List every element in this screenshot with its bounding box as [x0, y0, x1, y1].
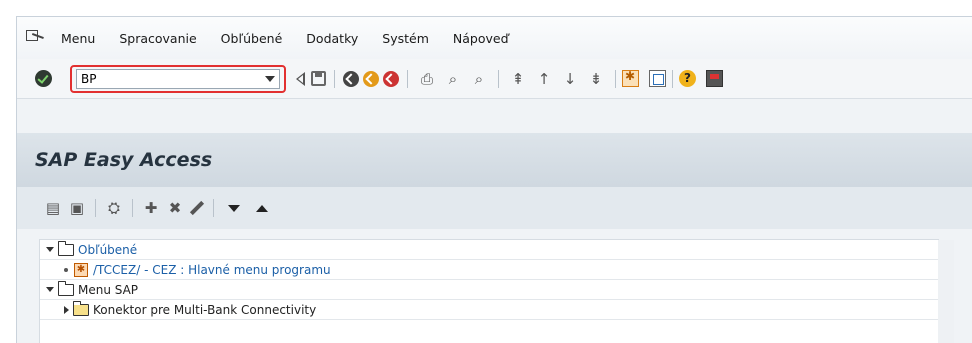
- find-next-icon[interactable]: ⌕: [469, 70, 489, 88]
- toolbar-separator: [407, 69, 408, 88]
- exit-icon[interactable]: [363, 70, 379, 87]
- collapse-caret-icon[interactable]: [64, 305, 69, 314]
- chevron-down-icon[interactable]: [265, 75, 275, 82]
- create-shortcut-icon[interactable]: [649, 70, 666, 87]
- toolbar-separator: [334, 69, 335, 88]
- toolbar-separator: [498, 69, 499, 88]
- toolbar-separator: [615, 69, 616, 88]
- layout-menu-icon[interactable]: [706, 70, 723, 87]
- toolbar-separator: [213, 199, 214, 217]
- tree-label: /TCCEZ/ - CEZ : Hlavné menu programu: [93, 262, 331, 277]
- standard-toolbar: ⎙ ⌕ ⌕ ⇞ ↑ ↓ ⇟ ?: [17, 59, 972, 99]
- folder-open-icon: [58, 240, 74, 256]
- title-band: SAP Easy Access: [17, 133, 972, 187]
- folder-open-icon: [58, 280, 74, 296]
- application-toolbar: ▤ ▣ ⛭ ✚ ✖: [17, 187, 972, 229]
- move-up-icon[interactable]: [256, 204, 268, 212]
- tree-row-transaction[interactable]: ✱ /TCCEZ/ - CEZ : Hlavné menu programu: [40, 260, 938, 280]
- menu-item-dodatky[interactable]: Dodatky: [306, 31, 358, 46]
- add-favorite-icon[interactable]: ✚: [142, 199, 160, 217]
- next-page-icon[interactable]: ↓: [560, 70, 580, 88]
- command-input[interactable]: [81, 71, 231, 86]
- page-title: SAP Easy Access: [35, 149, 213, 171]
- toolbar-separator: [95, 199, 96, 217]
- sap-window: Menu Spracovanie Obľúbené Dodatky Systém…: [16, 16, 972, 343]
- other-menu-icon[interactable]: ▤: [44, 199, 62, 217]
- tree-row-sap-menu[interactable]: Menu SAP: [40, 280, 938, 300]
- command-field-highlight: [70, 64, 286, 93]
- delete-favorite-icon[interactable]: ✖: [166, 199, 184, 217]
- save-icon[interactable]: [311, 71, 326, 86]
- user-menu-icon[interactable]: ⛭: [105, 199, 123, 217]
- folder-closed-icon: [73, 300, 89, 316]
- tree-label: Menu SAP: [78, 282, 139, 297]
- tree-row-favorites[interactable]: Obľúbené: [40, 240, 938, 260]
- sap-menu-icon[interactable]: ▣: [68, 199, 86, 217]
- enter-check-icon[interactable]: [35, 70, 52, 87]
- create-session-icon[interactable]: [622, 69, 639, 87]
- back-triangle-icon[interactable]: [296, 71, 305, 86]
- menu-item-menu[interactable]: Menu: [61, 31, 95, 46]
- toolbar-separator: [132, 199, 133, 217]
- last-page-icon[interactable]: ⇟: [586, 70, 606, 88]
- tree-scrollbar[interactable]: [938, 240, 954, 343]
- previous-page-icon[interactable]: ↑: [534, 70, 554, 88]
- pencil-icon[interactable]: [189, 200, 205, 216]
- command-field[interactable]: [76, 68, 280, 89]
- menu-item-spracovanie[interactable]: Spracovanie: [119, 31, 196, 46]
- help-icon[interactable]: ?: [679, 70, 696, 87]
- move-down-icon[interactable]: [228, 204, 240, 212]
- menu-tree: Obľúbené ✱ /TCCEZ/ - CEZ : Hlavné menu p…: [39, 239, 954, 343]
- menu-item-system[interactable]: Systém: [382, 31, 429, 46]
- exit-menu-icon[interactable]: [25, 29, 47, 47]
- cancel-icon[interactable]: [383, 70, 399, 87]
- find-icon[interactable]: ⌕: [443, 70, 463, 88]
- expand-caret-icon[interactable]: [46, 287, 54, 292]
- first-page-icon[interactable]: ⇞: [508, 70, 528, 88]
- back-icon[interactable]: [343, 70, 359, 87]
- transaction-icon: ✱: [74, 262, 88, 277]
- bullet-icon: [64, 267, 68, 272]
- print-icon[interactable]: ⎙: [417, 70, 437, 88]
- menu-bar: Menu Spracovanie Obľúbené Dodatky Systém…: [17, 17, 972, 59]
- expand-caret-icon[interactable]: [46, 247, 54, 252]
- toolbar-separator: [672, 69, 673, 88]
- menu-item-napoved[interactable]: Nápoveď: [453, 31, 509, 46]
- tree-label: Obľúbené: [78, 242, 138, 257]
- tree-label: Konektor pre Multi-Bank Connectivity: [93, 302, 317, 317]
- toolbar-icons: ⎙ ⌕ ⌕ ⇞ ↑ ↓ ⇟ ?: [292, 69, 723, 88]
- menu-item-oblubene[interactable]: Obľúbené: [221, 31, 283, 46]
- tree-row-connector[interactable]: Konektor pre Multi-Bank Connectivity: [40, 300, 938, 320]
